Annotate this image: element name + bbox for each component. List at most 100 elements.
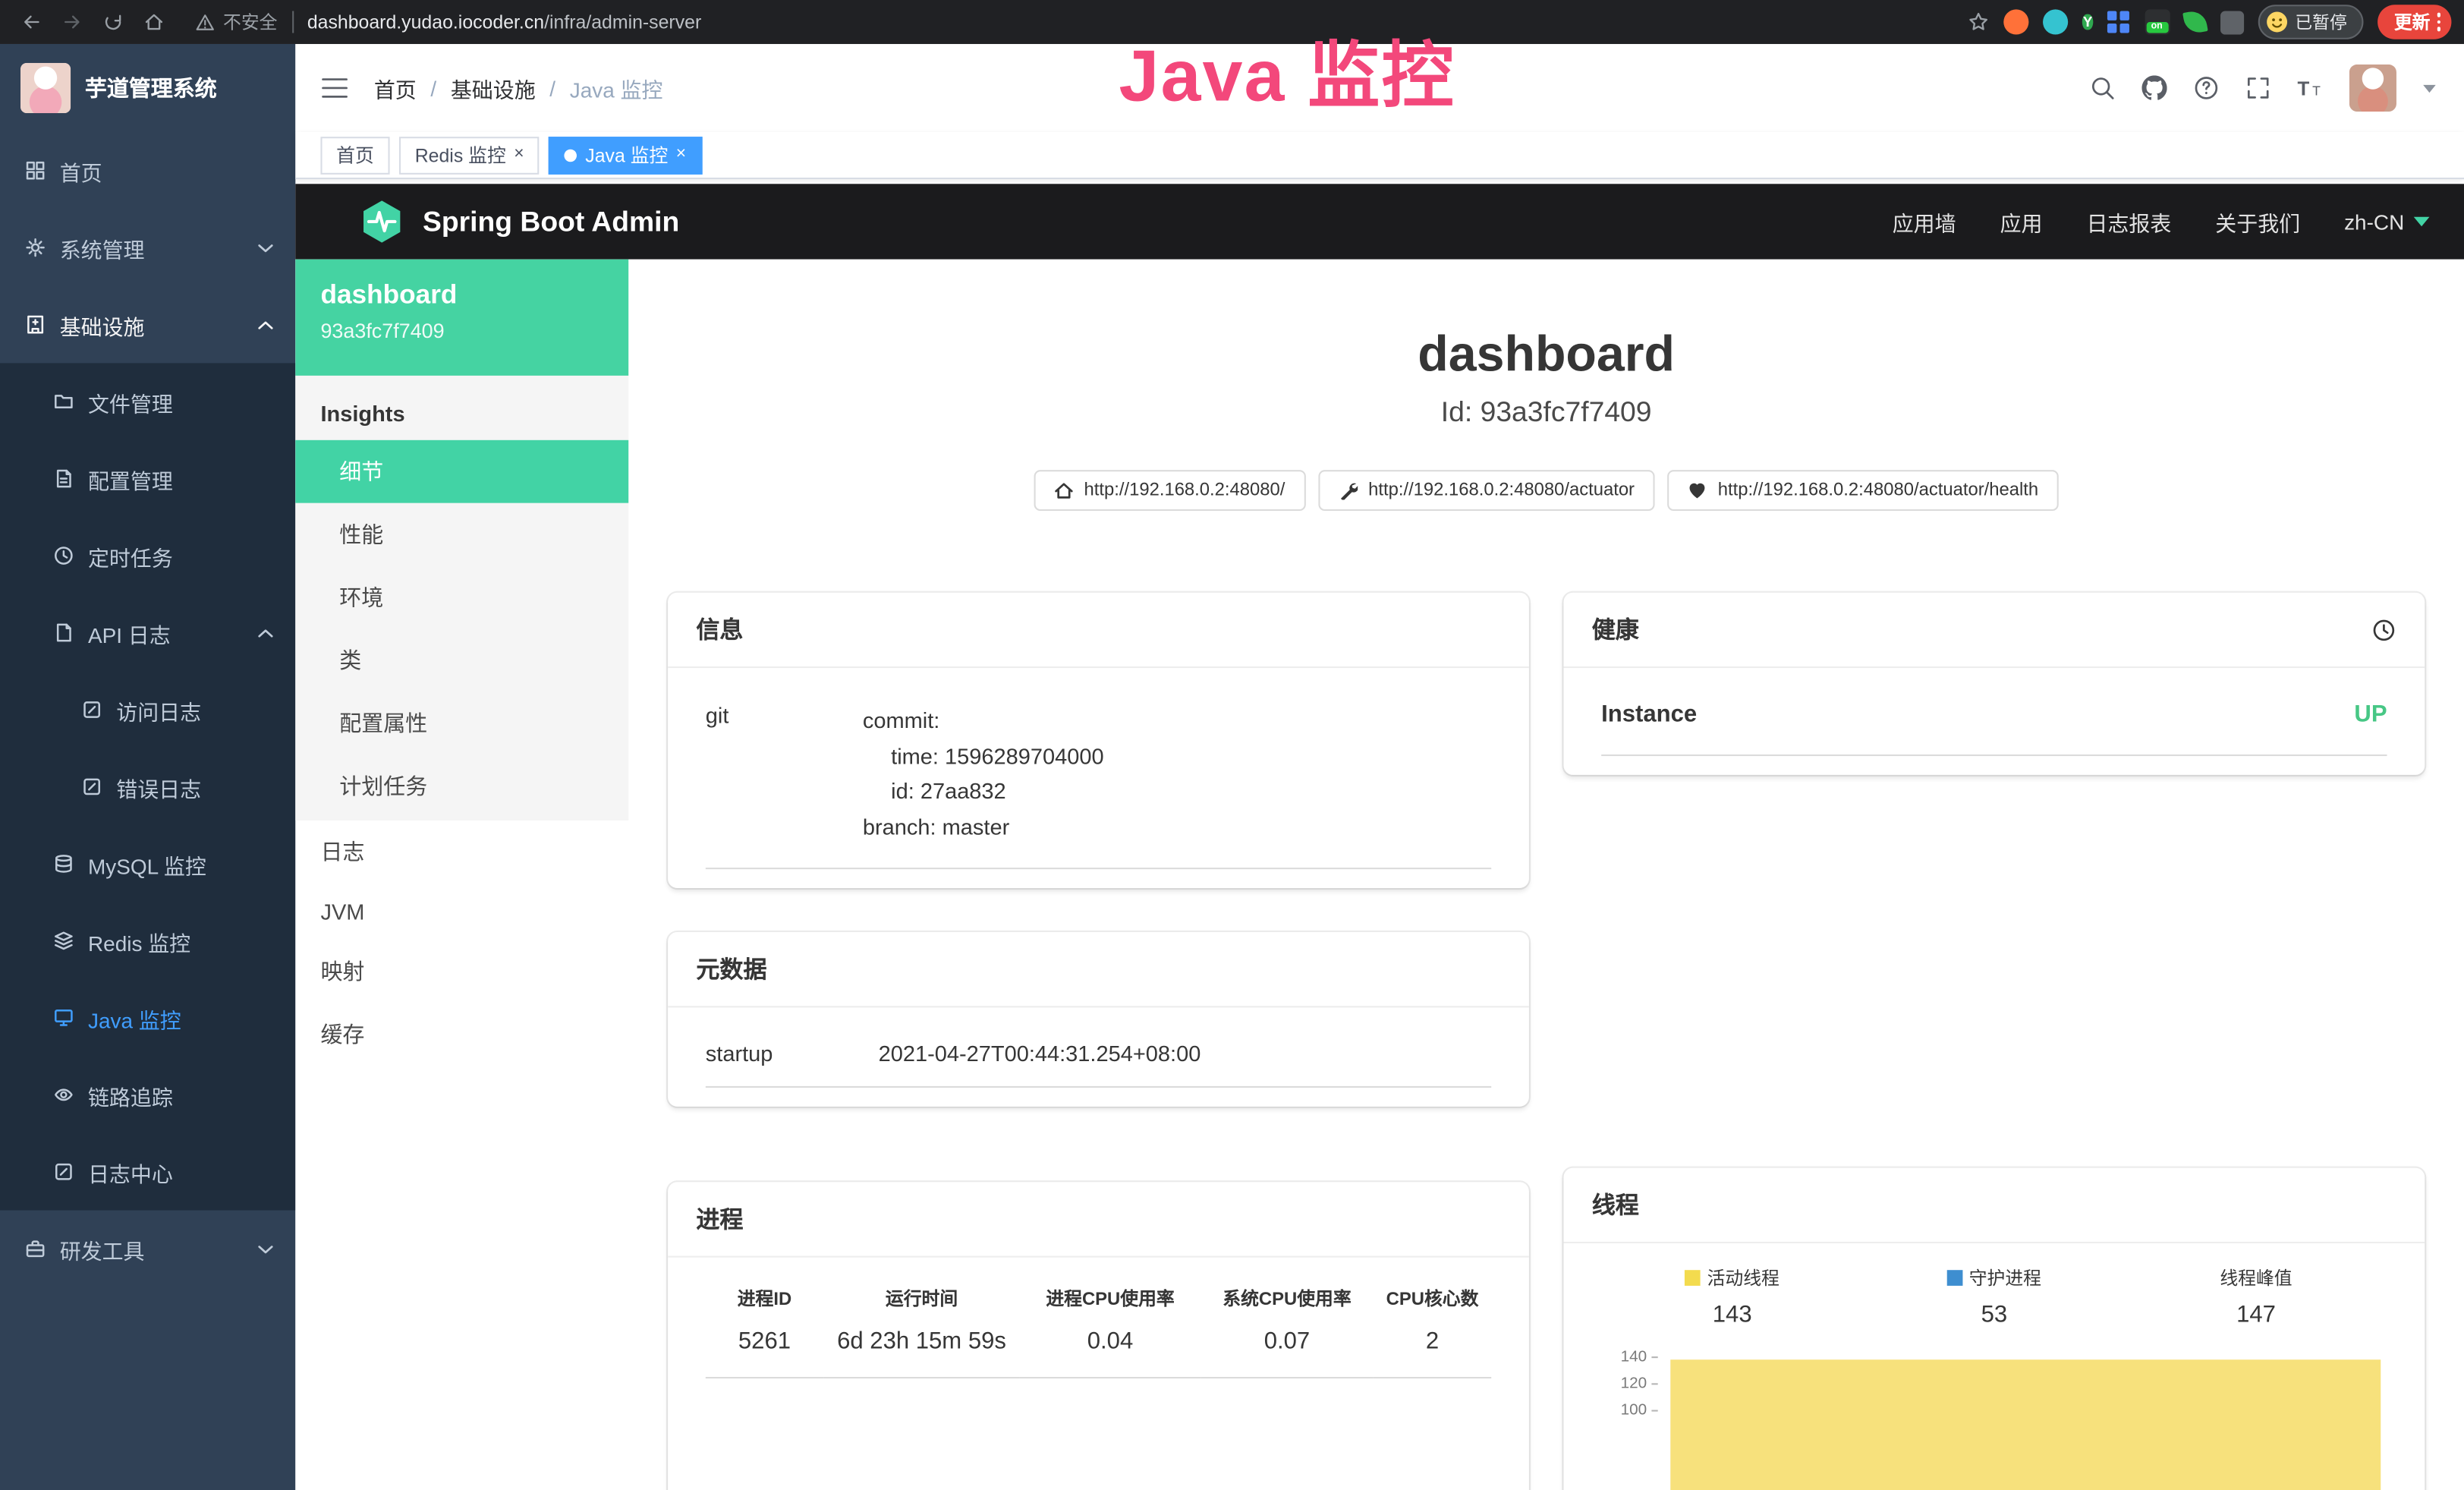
extension-icon-dark[interactable]	[2220, 10, 2243, 33]
actuator-url-link[interactable]: http://192.168.0.2:48080/actuator	[1318, 470, 1655, 511]
threads-card: 线程 活动线程 143 守护进程 53 线	[1563, 1168, 2425, 1490]
user-avatar[interactable]	[2349, 65, 2396, 112]
health-instance-row: Instance UP	[1601, 674, 2387, 756]
sidebar-toggle-button[interactable]	[295, 44, 374, 132]
process-table: 进程ID 运行时间 进程CPU使用率 系统CPU使用率 CPU核心数 5261 …	[706, 1266, 1491, 1378]
paused-badge[interactable]: 已暂停	[2258, 5, 2363, 39]
extension-icon-switch[interactable]: on	[2145, 9, 2170, 34]
warning-triangle-icon	[195, 12, 216, 33]
browser-forward-button[interactable]	[53, 3, 91, 41]
close-icon[interactable]: ×	[676, 146, 686, 164]
legend-swatch-yellow-icon	[1685, 1270, 1701, 1286]
tab-redis-monitoring[interactable]: Redis 监控 ×	[399, 136, 540, 174]
sba-menu-scheduled-tasks[interactable]: 计划任务	[295, 754, 628, 817]
live-threads-area-band	[1670, 1359, 2381, 1490]
edit-doc-icon	[82, 700, 102, 720]
sba-instance-header[interactable]: dashboard 93a3fc7f7409	[295, 260, 628, 376]
bookmark-star-icon[interactable]	[1968, 11, 1990, 33]
info-value: commit: time: 1596289704000 id: 27aa832 …	[863, 703, 1104, 846]
sidebar-item-home[interactable]: 首页	[0, 132, 295, 209]
sba-menu-config-props[interactable]: 配置属性	[295, 691, 628, 754]
card-title: 元数据	[668, 931, 1529, 1006]
sidebar-item-dev-tools[interactable]: 研发工具	[0, 1211, 295, 1287]
cards-right-column: 健康 Instance UP 线程	[1563, 593, 2425, 1490]
gear-icon	[25, 238, 46, 258]
chrome-update-button[interactable]: 更新	[2377, 5, 2451, 39]
sba-menu-mappings[interactable]: 映射	[295, 940, 628, 1003]
chevron-up-icon	[258, 625, 274, 641]
sba-menu-caches[interactable]: 缓存	[295, 1003, 628, 1066]
col-cpu-cores: CPU核心数	[1374, 1266, 1491, 1315]
instance-url-link[interactable]: http://192.168.0.2:48080/	[1034, 470, 1305, 511]
link-label: http://192.168.0.2:48080/actuator/health	[1718, 481, 2038, 500]
fullscreen-icon[interactable]	[2245, 75, 2270, 100]
browser-home-button[interactable]	[135, 3, 173, 41]
git-time-line: time: 1596289704000	[863, 739, 1104, 774]
sidebar-item-trace[interactable]: 链路追踪	[0, 1057, 295, 1133]
sidebar-item-file-management[interactable]: 文件管理	[0, 363, 295, 439]
sidebar-item-mysql-monitoring[interactable]: MySQL 监控	[0, 825, 295, 902]
browser-actions: Y on 已暂停 更新	[1968, 5, 2452, 39]
font-size-icon[interactable]: TT	[2298, 75, 2323, 100]
sba-nav-wallboard[interactable]: 应用墙	[1893, 206, 1956, 237]
git-branch-line: branch: master	[863, 809, 1104, 845]
history-icon[interactable]	[2371, 617, 2396, 642]
home-icon	[1054, 481, 1073, 500]
annotation-java-monitoring: Java 监控	[1119, 19, 1455, 123]
extension-icon-leaf[interactable]	[2182, 9, 2208, 35]
sba-menu-environment[interactable]: 环境	[295, 565, 628, 628]
tab-java-monitoring[interactable]: Java 监控 ×	[549, 136, 702, 174]
extension-icon-teal[interactable]	[2044, 9, 2069, 34]
metadata-card: 元数据 startup 2021-04-27T00:44:31.254+08:0…	[668, 931, 1529, 1106]
breadcrumb-infrastructure[interactable]: 基础设施	[451, 72, 536, 103]
sidebar-item-label: 文件管理	[88, 386, 173, 417]
sidebar-item-system-management[interactable]: 系统管理	[0, 209, 295, 285]
sba-nav-applications[interactable]: 应用	[2000, 206, 2043, 237]
sba-language-select[interactable]: zh-CN	[2344, 209, 2429, 233]
help-icon[interactable]	[2194, 75, 2219, 100]
extension-icon-orange[interactable]	[2004, 9, 2029, 34]
folder-icon	[53, 392, 74, 412]
breadcrumb-separator: /	[549, 76, 555, 99]
github-icon[interactable]	[2142, 75, 2167, 100]
close-icon[interactable]: ×	[514, 146, 524, 164]
forward-arrow-icon	[61, 11, 83, 33]
sba-menu-logs[interactable]: 日志	[295, 821, 628, 884]
sba-nav-journal[interactable]: 日志报表	[2086, 206, 2171, 237]
sba-nav: 应用墙 应用 日志报表 关于我们 zh-CN	[1893, 206, 2430, 237]
address-bar[interactable]: dashboard.yudao.iocoder.cn/infra/admin-s…	[307, 11, 701, 33]
sba-brand-title[interactable]: Spring Boot Admin	[423, 205, 679, 238]
site-security-chip[interactable]: 不安全	[195, 9, 278, 34]
tab-home[interactable]: 首页	[320, 136, 389, 174]
sidebar-item-java-monitoring[interactable]: Java 监控	[0, 979, 295, 1056]
sba-menu-classes[interactable]: 类	[295, 628, 628, 691]
sba-menu-jvm[interactable]: JVM	[295, 884, 628, 940]
sidebar-item-label: Java 监控	[88, 1002, 181, 1033]
browser-refresh-button[interactable]	[94, 3, 132, 41]
search-icon[interactable]	[2090, 75, 2115, 100]
sidebar-item-log-center[interactable]: 日志中心	[0, 1133, 295, 1210]
sidebar-item-label: 基础设施	[60, 309, 145, 340]
svg-text:T: T	[2298, 78, 2310, 99]
breadcrumb-home[interactable]: 首页	[374, 72, 417, 103]
tabs-bar: 首页 Redis 监控 × Java 监控 ×	[295, 132, 2464, 179]
sidebar-item-scheduled-tasks[interactable]: 定时任务	[0, 517, 295, 594]
chevron-down-icon	[2423, 84, 2436, 92]
sidebar-item-infrastructure[interactable]: 基础设施	[0, 286, 295, 363]
sba-nav-about[interactable]: 关于我们	[2215, 206, 2300, 237]
legend-value: 53	[1863, 1302, 2125, 1328]
sidebar-item-config-management[interactable]: 配置管理	[0, 440, 295, 517]
sba-menu-details[interactable]: 细节	[295, 440, 628, 503]
extension-icon-green-y[interactable]: Y	[2083, 14, 2092, 30]
sidebar-item-error-logs[interactable]: 错误日志	[0, 748, 295, 825]
browser-back-button[interactable]	[13, 3, 51, 41]
update-label: 更新	[2394, 9, 2431, 34]
page-title: dashboard	[628, 326, 2464, 384]
sidebar-item-label: 链路追踪	[88, 1079, 173, 1110]
health-url-link[interactable]: http://192.168.0.2:48080/actuator/health	[1668, 470, 2060, 511]
sba-menu-performance[interactable]: 性能	[295, 503, 628, 566]
sidebar-item-api-logs[interactable]: API 日志	[0, 594, 295, 671]
sidebar-item-redis-monitoring[interactable]: Redis 监控	[0, 903, 295, 979]
extension-icon-grid[interactable]	[2107, 10, 2130, 33]
sidebar-item-access-logs[interactable]: 访问日志	[0, 671, 295, 748]
